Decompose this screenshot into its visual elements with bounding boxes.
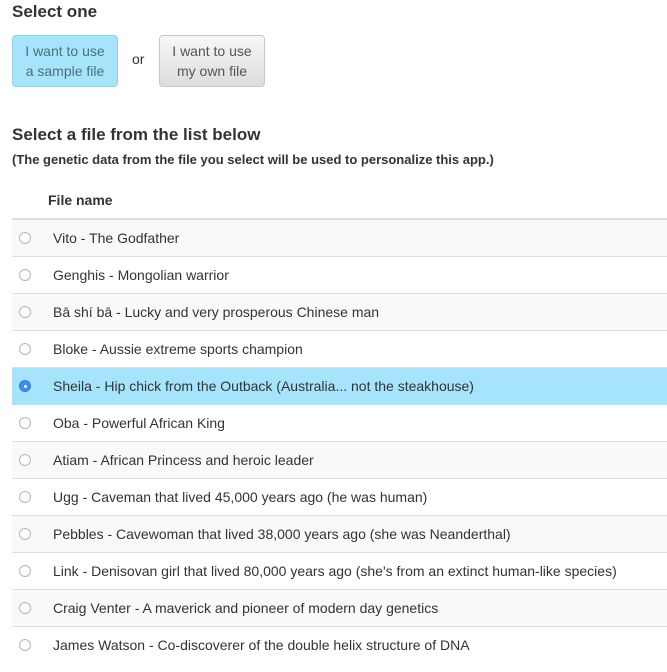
file-name-label: Link - Denisovan girl that lived 80,000 … — [53, 563, 617, 579]
file-row[interactable]: Bloke - Aussie extreme sports champion — [12, 331, 667, 368]
use-sample-file-label: I want to use a sample file — [25, 43, 105, 79]
file-name-label: James Watson - Co-discoverer of the doub… — [53, 637, 470, 653]
file-row[interactable]: Link - Denisovan girl that lived 80,000 … — [12, 553, 667, 590]
select-one-heading: Select one — [12, 2, 98, 21]
select-file-heading: Select a file from the list below — [12, 125, 261, 144]
radio-checked-icon[interactable] — [19, 380, 31, 392]
radio-unchecked-icon[interactable] — [19, 639, 31, 651]
file-name-label: Oba - Powerful African King — [53, 415, 225, 431]
radio-unchecked-icon[interactable] — [19, 565, 31, 577]
radio-unchecked-icon[interactable] — [19, 269, 31, 281]
file-name-label: Atiam - African Princess and heroic lead… — [53, 452, 314, 468]
file-row[interactable]: Pebbles - Cavewoman that lived 38,000 ye… — [12, 516, 667, 553]
file-row[interactable]: James Watson - Co-discoverer of the doub… — [12, 627, 667, 663]
file-name-label: Vito - The Godfather — [53, 230, 180, 246]
radio-unchecked-icon[interactable] — [19, 491, 31, 503]
file-row[interactable]: Craig Venter - A maverick and pioneer of… — [12, 590, 667, 627]
radio-unchecked-icon[interactable] — [19, 602, 31, 614]
file-name-label: Ugg - Caveman that lived 45,000 years ag… — [53, 489, 428, 505]
file-row[interactable]: Genghis - Mongolian warrior — [12, 257, 667, 294]
file-name-label: Genghis - Mongolian warrior — [53, 267, 229, 283]
file-row[interactable]: Ugg - Caveman that lived 45,000 years ag… — [12, 479, 667, 516]
radio-unchecked-icon[interactable] — [19, 306, 31, 318]
file-name-label: Bā shí bā - Lucky and very prosperous Ch… — [53, 304, 380, 320]
file-name-label: Craig Venter - A maverick and pioneer of… — [53, 600, 439, 616]
file-row[interactable]: Atiam - African Princess and heroic lead… — [12, 442, 667, 479]
personalize-note: (The genetic data from the file you sele… — [12, 152, 494, 167]
radio-unchecked-icon[interactable] — [19, 454, 31, 466]
radio-unchecked-icon[interactable] — [19, 528, 31, 540]
file-name-label: Pebbles - Cavewoman that lived 38,000 ye… — [53, 526, 511, 542]
use-sample-file-button[interactable]: I want to use a sample file — [12, 35, 118, 87]
file-row[interactable]: Oba - Powerful African King — [12, 405, 667, 442]
file-name-label: Sheila - Hip chick from the Outback (Aus… — [53, 378, 474, 394]
use-own-file-label: I want to use my own file — [172, 43, 252, 79]
use-own-file-button[interactable]: I want to use my own file — [159, 35, 265, 87]
file-name-column-header: File name — [48, 192, 113, 208]
radio-unchecked-icon[interactable] — [19, 343, 31, 355]
file-row[interactable]: Sheila - Hip chick from the Outback (Aus… — [12, 368, 667, 405]
radio-unchecked-icon[interactable] — [19, 232, 31, 244]
or-label: or — [132, 51, 145, 67]
radio-unchecked-icon[interactable] — [19, 417, 31, 429]
file-name-label: Bloke - Aussie extreme sports champion — [53, 341, 303, 357]
file-row[interactable]: Vito - The Godfather — [12, 220, 667, 257]
file-list: Vito - The Godfather Genghis - Mongolian … — [12, 218, 667, 663]
file-row[interactable]: Bā shí bā - Lucky and very prosperous Ch… — [12, 294, 667, 331]
